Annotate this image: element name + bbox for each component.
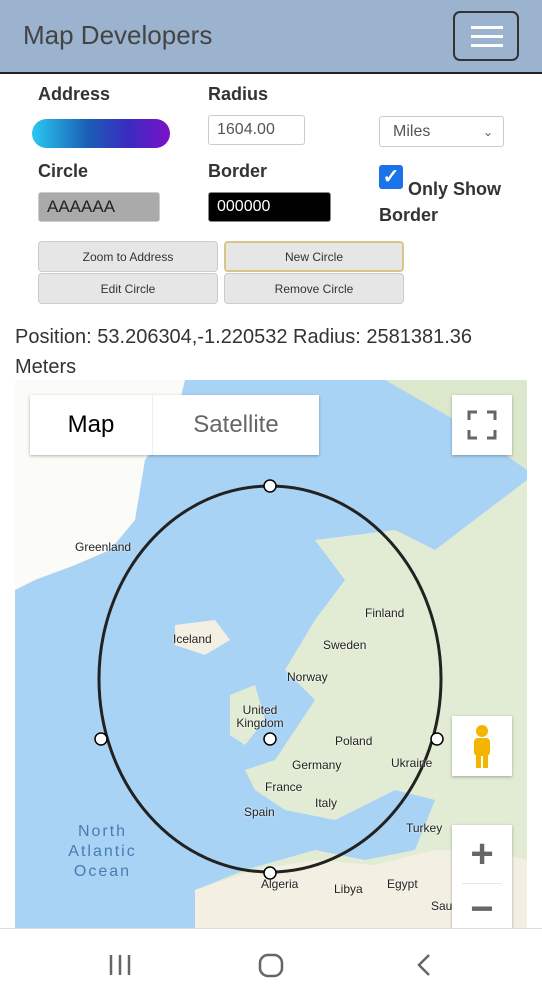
android-nav-bar — [0, 928, 542, 1000]
map-label: Greenland — [75, 540, 132, 554]
new-circle-button[interactable]: New Circle — [224, 241, 404, 272]
zoom-control: + − — [452, 825, 512, 928]
map-label: Norway — [287, 670, 328, 684]
map-label: Libya — [334, 882, 363, 896]
hamburger-icon[interactable] — [453, 11, 519, 61]
map-label: Finland — [365, 606, 405, 620]
map-label: France — [265, 780, 303, 794]
position-readout: Position: 53.206304,-1.220532 Radius: 25… — [15, 326, 473, 378]
map-label: Sau — [431, 899, 453, 913]
map[interactable]: Greenland Iceland Finland Sweden Norway … — [15, 380, 527, 928]
zoom-to-address-button[interactable]: Zoom to Address — [38, 241, 218, 272]
chevron-down-icon: ⌄ — [482, 124, 493, 139]
ocean-label: North Atlantic Ocean — [68, 823, 137, 880]
remove-circle-button[interactable]: Remove Circle — [224, 273, 404, 304]
fullscreen-icon — [467, 410, 497, 440]
map-label: Sweden — [323, 638, 367, 652]
circle-handle-right — [430, 732, 444, 746]
circle-label: Circle — [38, 161, 89, 181]
circle-handle-left — [94, 732, 108, 746]
tab-map[interactable]: Map — [30, 395, 152, 455]
only-show-border-label: Only Show Border — [379, 179, 502, 225]
map-label: Italy — [315, 796, 338, 810]
zoom-in-button[interactable]: + — [452, 825, 512, 883]
address-input[interactable] — [32, 119, 170, 148]
map-label: Turkey — [406, 821, 443, 835]
border-color-input[interactable]: 000000 — [208, 192, 331, 222]
map-label: Germany — [292, 758, 342, 772]
site-title: Map Developers — [23, 20, 213, 50]
radius-label: Radius — [208, 84, 269, 104]
home-icon[interactable] — [258, 953, 284, 978]
map-label: Algeria — [261, 877, 299, 891]
address-label: Address — [38, 84, 111, 104]
zoom-out-button[interactable]: − — [452, 884, 512, 929]
map-label: United Kingdom — [236, 703, 284, 730]
back-icon[interactable] — [417, 954, 430, 976]
unit-selected: Miles — [393, 122, 431, 140]
header: Map Developers — [0, 0, 542, 74]
fullscreen-button[interactable] — [452, 395, 512, 455]
tab-satellite[interactable]: Satellite — [152, 395, 319, 455]
circle-color-input[interactable]: AAAAAA — [38, 192, 160, 222]
map-label: Ukraine — [391, 756, 433, 770]
unit-select[interactable]: Miles ⌄ — [379, 116, 504, 147]
border-label: Border — [208, 161, 268, 181]
circle-handle-center — [263, 732, 277, 746]
edit-circle-button[interactable]: Edit Circle — [38, 273, 218, 304]
pegman-button[interactable] — [452, 716, 512, 776]
radius-input[interactable]: 1604.00 — [208, 115, 305, 145]
map-label: Poland — [335, 734, 373, 748]
pegman-icon — [474, 725, 490, 768]
map-label: Iceland — [173, 632, 212, 646]
map-label: Egypt — [387, 877, 418, 891]
map-type-control: Map Satellite — [30, 395, 319, 455]
map-label: Spain — [244, 805, 275, 819]
circle-handle-top — [263, 479, 277, 493]
recent-apps-icon[interactable] — [109, 955, 131, 975]
